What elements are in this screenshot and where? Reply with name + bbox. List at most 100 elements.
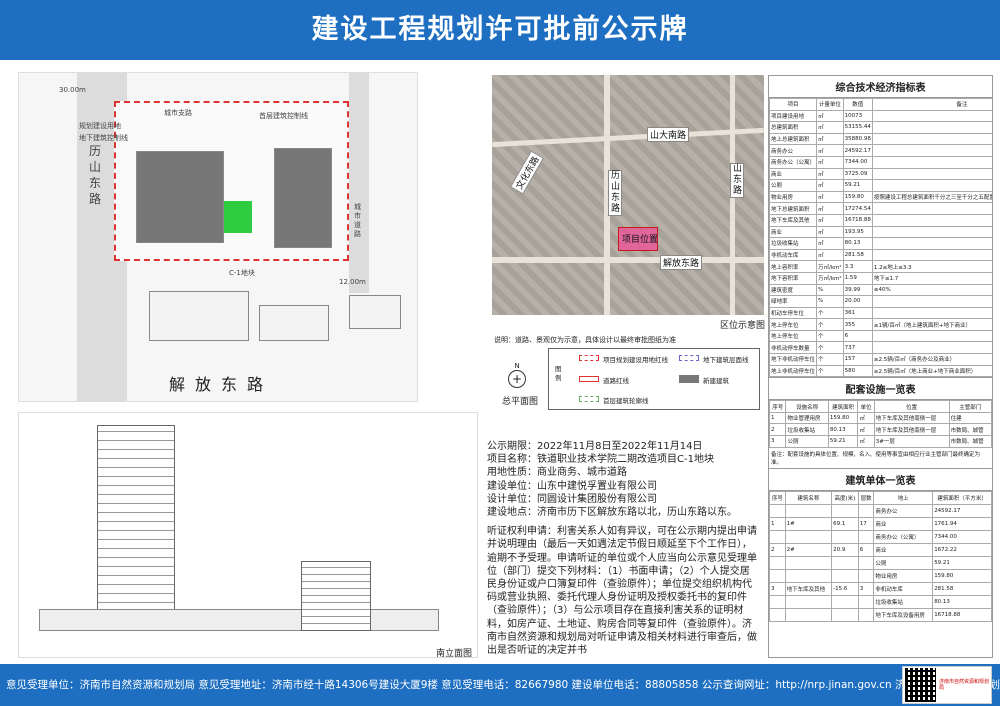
map-label: 山东路 bbox=[730, 163, 744, 198]
location-map: 山大南路 历山东路 山东路 项目位置 解放东路 文化东路 bbox=[492, 75, 764, 315]
table-cell bbox=[784, 594, 833, 609]
legend-swatch bbox=[579, 396, 599, 402]
table-header-cell: 建筑面积（平方米） bbox=[932, 490, 992, 505]
table-cell: ≤40% bbox=[871, 283, 992, 297]
map-label: 解放东路 bbox=[660, 255, 703, 270]
table-cell: 59.21 bbox=[932, 555, 992, 570]
legend-item: 项目规划建设用地红线 bbox=[603, 356, 668, 364]
info-period: 公示期限：2022年11月8日至2022年11月14日 bbox=[487, 441, 703, 452]
table-cell: 商务办公（公寓） bbox=[873, 529, 934, 544]
table-cell: 69.1 bbox=[831, 516, 859, 531]
table-cell bbox=[871, 167, 992, 181]
table-cell: 159.80 bbox=[932, 568, 992, 583]
table-cell: 35880.98 bbox=[842, 132, 873, 146]
qr-caption: 济南市自然资源和规划局 bbox=[938, 679, 989, 691]
table-cell: ㎡ bbox=[857, 435, 875, 448]
table-cell: 地上容积率 bbox=[769, 260, 818, 273]
table-row: 地下车库及设备用房 16718.88 bbox=[769, 607, 992, 622]
table-cell: 公厕 bbox=[769, 179, 818, 192]
table-cell: ㎡ bbox=[816, 213, 844, 227]
table-cell bbox=[871, 179, 992, 192]
table-cell: 355 bbox=[842, 318, 873, 331]
table-cell bbox=[871, 295, 992, 308]
table-cell: 地下容积率 bbox=[769, 271, 818, 285]
table-cell: 地上停车位 bbox=[769, 329, 818, 343]
table-cell: ㎡ bbox=[816, 132, 844, 146]
info-hearing: 听证权利申请：利害关系人如有异议，可在公示期内提出申请并说明理由（最后一天如遇法… bbox=[487, 526, 757, 657]
table-cell: ㎡ bbox=[816, 109, 844, 123]
table-cell: 2# bbox=[784, 542, 833, 557]
table-cell: 住建 bbox=[948, 411, 992, 425]
table-cell: 公厕 bbox=[873, 555, 934, 570]
table-header-cell: 设施名称 bbox=[785, 400, 829, 413]
building-2 bbox=[274, 148, 332, 248]
table-cell: 商业 bbox=[873, 542, 934, 557]
table-row: 商业㎡ 193.95 bbox=[769, 225, 992, 239]
table-cell: ≥1辆/百㎡（地上建筑面积+地下商业） bbox=[871, 318, 992, 331]
info-land-use: 用地性质：商业商务、城市道路 bbox=[487, 467, 627, 479]
table-cell: 非机动车库 bbox=[873, 581, 934, 596]
table-cell: ㎡ bbox=[816, 144, 844, 157]
road-label-bottom: 解放东路 bbox=[169, 375, 274, 394]
table-cell: 10073 bbox=[842, 109, 873, 123]
table-cell: 737 bbox=[842, 341, 873, 355]
table-cell: 地上停车位 bbox=[769, 318, 818, 331]
table-header-cell: 位置 bbox=[873, 400, 950, 413]
table-row: 地下非机动停车位个 157 ≥2.5辆/百㎡（商务办公及商业） bbox=[769, 353, 992, 366]
table-row: 机动车停车位个 361 bbox=[769, 306, 992, 320]
table-row: 地上停车位个 6 bbox=[769, 329, 992, 343]
table-cell: 53155.44 bbox=[842, 121, 873, 134]
table-row: 地上容积率 万㎡/km² 3.3 1.2≤地上≤3.3 bbox=[769, 260, 992, 273]
table-cell: ㎡ bbox=[857, 423, 875, 437]
table-cell: 2 bbox=[769, 542, 786, 557]
table-cell: 地下车库及其他南侧一层 bbox=[873, 423, 950, 437]
table-cell: 1761.94 bbox=[932, 516, 992, 531]
legend-swatch bbox=[679, 375, 699, 383]
table-cell: ㎡ bbox=[816, 225, 844, 239]
table-header-cell: 单位 bbox=[857, 400, 875, 413]
table-row: 1 1# 69.1 17 商业 1761.94 bbox=[769, 516, 992, 531]
table-cell bbox=[871, 329, 992, 343]
table-cell: 地下车库及其他南侧一层 bbox=[873, 411, 950, 425]
table-cell: 281.58 bbox=[842, 248, 873, 262]
table-cell: 垃圾收集站 bbox=[873, 594, 934, 609]
neighbor-building bbox=[349, 295, 401, 329]
table-cell: ㎡ bbox=[816, 121, 844, 134]
table-cell bbox=[871, 237, 992, 250]
legend-swatch bbox=[579, 376, 599, 382]
table-cell: 商业 bbox=[769, 225, 818, 239]
table-row: 3 地下车库及其他 -15.6 3 非机动车库 281.58 bbox=[769, 581, 992, 596]
page-title: 建设工程规划许可批前公示牌 bbox=[0, 0, 1000, 60]
table-cell bbox=[857, 555, 875, 570]
table-cell bbox=[871, 109, 992, 123]
table-cell: 1 bbox=[769, 411, 787, 425]
table-cell bbox=[784, 529, 833, 544]
buildings-table: 序号 建筑名称 高度(米) 层数 地上 建筑面积（平方米） 商务办公 24592.17 1 1#… bbox=[769, 490, 992, 622]
table-cell: 地下车库及其他 bbox=[784, 581, 833, 596]
table-cell: 个 bbox=[816, 353, 844, 366]
table-cell: 80.13 bbox=[932, 594, 992, 609]
table-row: 公厕 59.21 bbox=[769, 555, 992, 570]
table-cell: 总建筑面积 bbox=[769, 121, 818, 134]
podium-elevation bbox=[39, 609, 439, 631]
table-cell bbox=[831, 555, 859, 570]
table-row: 地下总建筑面积㎡ 17274.54 bbox=[769, 202, 992, 215]
table-row: 物业用房 159.80 bbox=[769, 568, 992, 583]
table-cell: 公厕 bbox=[785, 435, 829, 448]
table-cell bbox=[871, 341, 992, 355]
table-row: 公厕㎡ 59.21 bbox=[769, 179, 992, 192]
neighbor-building bbox=[259, 305, 329, 341]
table-cell: 159.80 bbox=[827, 411, 859, 425]
table-cell: ㎡ bbox=[816, 202, 844, 215]
legend-swatch bbox=[679, 355, 699, 361]
elevation-caption: 南立面图 bbox=[436, 649, 473, 659]
table-header-cell: 主管部门 bbox=[948, 400, 992, 413]
note-text: 说明：道路、景观仅为示意，具体设计以最终审批图纸为准 bbox=[494, 336, 676, 344]
table-cell: ㎡ bbox=[816, 248, 844, 262]
table-header-cell: 地上 bbox=[873, 490, 934, 505]
table-row: 地上总建筑面积㎡ 35880.98 bbox=[769, 132, 992, 146]
legend: 图例 项目规划建设用地红线 地下建筑层面线 道路红线 新建建筑 首层建筑轮廓线 bbox=[548, 348, 760, 410]
table-row: 商务办公㎡ 24592.17 bbox=[769, 144, 992, 157]
table-cell: 3 bbox=[769, 581, 786, 596]
table-cell: 项目建设用地 bbox=[769, 109, 818, 123]
